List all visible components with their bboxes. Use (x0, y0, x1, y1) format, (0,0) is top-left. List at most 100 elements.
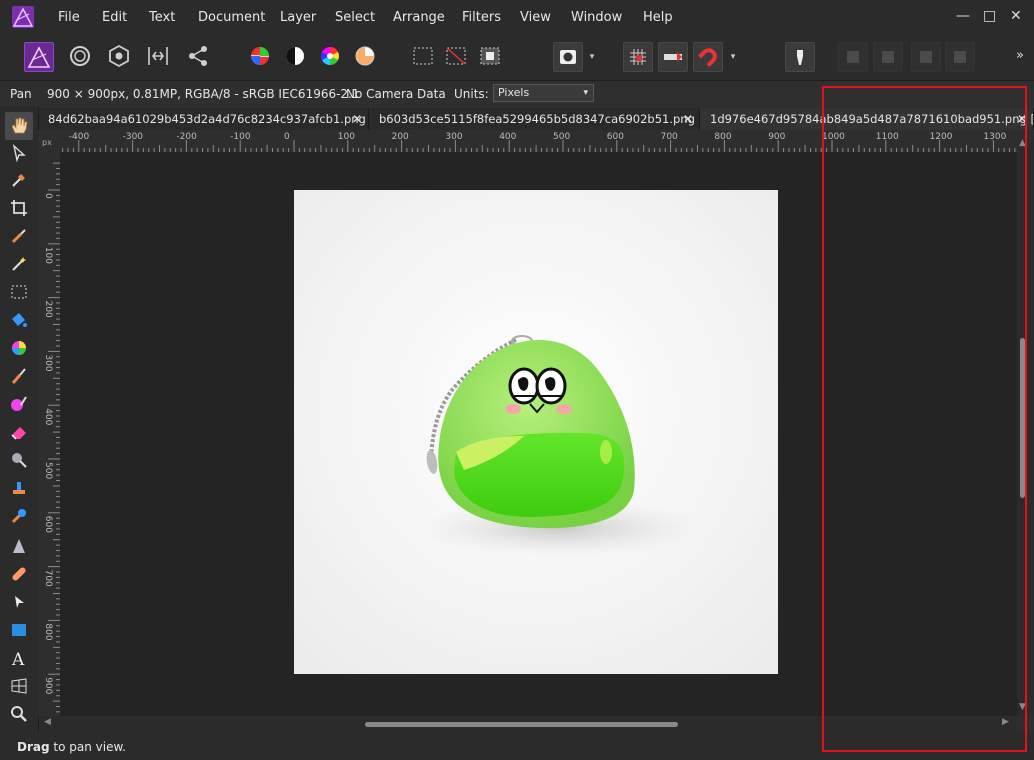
quick-mask-dropdown-arrow-icon[interactable]: ▾ (585, 42, 599, 72)
ruler-tick-label: -100 (230, 132, 251, 142)
move-to-front-button[interactable] (945, 42, 975, 72)
toolbar-overflow-button[interactable]: » (1016, 48, 1024, 63)
menu-window[interactable]: Window (571, 10, 622, 25)
export-persona-button[interactable] (184, 42, 214, 72)
mesh-warp-icon[interactable] (9, 676, 29, 696)
pixel-align-icon (664, 52, 682, 62)
tab-label: 84d62baa94a61029b453d2a4d76c8234c937afcb… (48, 112, 369, 126)
menu-document[interactable]: Document (198, 10, 265, 25)
dodge-tool-icon[interactable] (9, 450, 29, 470)
affinity-photo-logo (12, 6, 34, 28)
svg-text:A: A (11, 650, 25, 668)
menu-select[interactable]: Select (335, 10, 375, 25)
ruler-tick-label: 700 (661, 132, 678, 142)
document-info: 900 × 900px, 0.81MP, RGBA/8 - sRGB IEC61… (47, 87, 360, 101)
gradient-tool-icon[interactable] (9, 338, 29, 358)
ruler-tick-label: 600 (43, 516, 53, 533)
ruler-tick-label: 400 (499, 132, 516, 142)
move-tool-icon[interactable] (9, 143, 29, 163)
flood-fill-icon[interactable] (9, 310, 29, 330)
scroll-left-arrow-icon[interactable]: ◀ (44, 717, 51, 727)
status-hint-text: to pan view. (49, 740, 126, 754)
menu-view[interactable]: View (520, 10, 551, 25)
liquify-persona-button[interactable] (66, 42, 96, 72)
current-tool-name: Pan (10, 87, 32, 101)
close-tab-icon[interactable]: ✕ (352, 108, 362, 130)
close-tab-icon[interactable]: ✕ (683, 108, 693, 130)
ruler-tick-label: 100 (43, 247, 53, 264)
ruler-tick-label: 300 (445, 132, 462, 142)
text-tool-icon[interactable]: A (9, 648, 29, 668)
select-all-button[interactable] (409, 42, 439, 72)
vertical-ruler[interactable]: 0 100 200 300 400 500 600 700 800 900 (38, 152, 60, 716)
deselect-icon (446, 47, 466, 65)
force-pixel-alignment-button[interactable] (658, 42, 688, 72)
smudge-tool-icon[interactable] (9, 506, 29, 526)
ruler-tick-label: 400 (43, 408, 53, 425)
ruler-tick-label: 100 (338, 132, 355, 142)
paint-brush-icon[interactable] (9, 366, 29, 386)
develop-icon (109, 44, 129, 68)
ruler-tick-label: 800 (43, 623, 53, 640)
invert-selection-icon (480, 47, 500, 65)
hand-icon (11, 117, 28, 134)
menu-file[interactable]: File (58, 10, 80, 25)
clone-stamp-icon[interactable] (9, 478, 29, 498)
auto-colors-button[interactable] (316, 42, 346, 72)
ruler-tick-label: 600 (607, 132, 624, 142)
units-dropdown[interactable]: Pixels ▾ (493, 84, 594, 102)
node-tool-icon[interactable] (9, 592, 29, 612)
snapping-dropdown-arrow-icon[interactable]: ▾ (726, 42, 740, 72)
quick-fx-button[interactable] (785, 42, 815, 72)
tone-mapping-persona-button[interactable] (144, 42, 174, 72)
view-grid-button[interactable] (623, 42, 653, 72)
tone-mapping-icon (148, 47, 168, 65)
ruler-tick-label: 800 (714, 132, 731, 142)
selection-brush-icon[interactable] (9, 226, 29, 246)
snapping-button[interactable] (693, 42, 723, 72)
menu-text[interactable]: Text (149, 10, 175, 25)
menu-filters[interactable]: Filters (462, 10, 501, 25)
quick-mask-button[interactable] (553, 42, 583, 72)
horizontal-scroll-thumb[interactable] (365, 722, 678, 727)
tab-document-2[interactable]: b603d53ce5115f8fea5299465b5d8347ca6902b5… (369, 108, 700, 130)
auto-white-balance-button[interactable] (351, 42, 381, 72)
menu-edit[interactable]: Edit (102, 10, 127, 25)
develop-persona-button[interactable] (105, 42, 135, 72)
color-wheel-icon (321, 47, 339, 65)
ruler-tick-label: 900 (768, 132, 785, 142)
zoom-tool-icon[interactable] (9, 704, 29, 724)
menu-layer[interactable]: Layer (280, 10, 316, 25)
pan-tool[interactable] (5, 112, 33, 140)
ruler-tick-label: 200 (43, 301, 53, 318)
move-to-back-button[interactable] (838, 42, 868, 72)
maximize-button[interactable]: □ (983, 8, 996, 24)
toolbar: ▾ ▾ » (0, 36, 1034, 81)
auto-contrast-button[interactable] (281, 42, 311, 72)
move-forward-one-button[interactable] (911, 42, 941, 72)
rectangular-marquee-icon[interactable] (9, 282, 29, 302)
tab-document-1[interactable]: 84d62baa94a61029b453d2a4d76c8234c937afcb… (38, 108, 369, 130)
auto-levels-button[interactable] (246, 42, 276, 72)
healing-brush-icon[interactable] (9, 564, 29, 584)
crop-tool-icon[interactable] (9, 198, 29, 218)
invert-selection-button[interactable] (476, 42, 506, 72)
rectangle-tool-icon[interactable] (9, 620, 29, 640)
eraser-icon[interactable] (9, 422, 29, 442)
deselect-button[interactable] (442, 42, 472, 72)
menu-arrange[interactable]: Arrange (393, 10, 445, 25)
color-picker-icon[interactable] (9, 170, 29, 190)
ruler-tick-label: 500 (553, 132, 570, 142)
ruler-tick-label: 0 (43, 193, 53, 199)
sharpen-tool-icon[interactable] (9, 536, 29, 556)
move-to-back-icon (847, 51, 859, 63)
menu-help[interactable]: Help (643, 10, 673, 25)
minimize-button[interactable]: — (956, 8, 970, 24)
move-back-one-button[interactable] (873, 42, 903, 72)
close-window-button[interactable]: ✕ (1010, 8, 1022, 24)
document-image[interactable] (294, 190, 778, 674)
magic-wand-icon[interactable] (9, 254, 29, 274)
color-replacement-icon[interactable] (9, 394, 29, 414)
photo-persona-button[interactable] (24, 42, 54, 72)
ruler-tick-label: 300 (43, 354, 53, 371)
